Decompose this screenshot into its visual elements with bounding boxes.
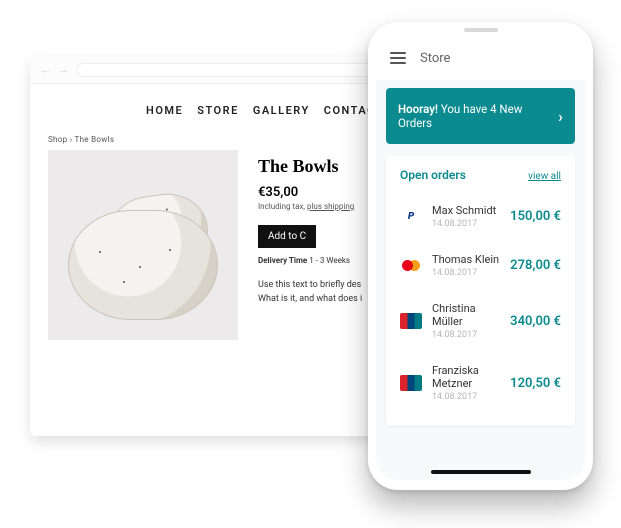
order-amount: 120,50 € [510, 376, 561, 391]
new-orders-banner[interactable]: Hooray! You have 4 New Orders › [386, 88, 575, 144]
order-name: Thomas Klein [432, 253, 500, 266]
unionpay-icon [400, 313, 422, 329]
card-header: Open orders view all [400, 168, 561, 182]
delivery-label: Delivery Time [258, 256, 307, 265]
mastercard-icon [400, 258, 422, 274]
order-date: 14.08.2017 [432, 330, 500, 340]
order-amount: 340,00 € [510, 314, 561, 329]
order-name: Max Schmidt [432, 204, 500, 217]
chevron-right-icon: › [558, 107, 563, 126]
tax-note-prefix: Including tax, [258, 202, 307, 211]
banner-bold: Hooray! [398, 102, 438, 116]
order-amount: 278,00 € [510, 258, 561, 273]
order-name: Franziska Metzner [432, 364, 500, 390]
order-row[interactable]: Max Schmidt 14.08.2017 150,00 € [400, 192, 561, 241]
speaker-icon [464, 28, 498, 32]
view-all-link[interactable]: view all [528, 171, 561, 182]
browser-forward-icon[interactable]: → [58, 63, 68, 76]
order-row[interactable]: Thomas Klein 14.08.2017 278,00 € [400, 241, 561, 290]
product-image [48, 150, 238, 340]
paypal-icon [400, 209, 422, 225]
desc-line-1: Use this text to briefly des [258, 280, 361, 290]
order-name: Christina Müller [432, 302, 500, 328]
order-main: Thomas Klein 14.08.2017 [432, 253, 500, 278]
browser-back-icon[interactable]: ← [40, 63, 50, 76]
delivery-value: 1 - 3 Weeks [309, 256, 350, 265]
order-row[interactable]: Christina Müller 14.08.2017 340,00 € [400, 290, 561, 352]
order-main: Franziska Metzner 14.08.2017 [432, 364, 500, 402]
shipping-link[interactable]: plus shipping [307, 202, 354, 211]
phone-frame: Store Hooray! You have 4 New Orders › Op… [368, 22, 593, 490]
order-date: 14.08.2017 [432, 392, 500, 402]
open-orders-title: Open orders [400, 168, 466, 182]
nav-gallery[interactable]: GALLERY [253, 104, 310, 117]
unionpay-icon [400, 375, 422, 391]
banner-text: Hooray! You have 4 New Orders [398, 102, 558, 130]
order-amount: 150,00 € [510, 209, 561, 224]
nav-home[interactable]: HOME [146, 104, 183, 117]
home-indicator[interactable] [431, 470, 531, 474]
desc-line-2: What is it, and what does i [258, 294, 362, 304]
phone-screen: Store Hooray! You have 4 New Orders › Op… [376, 36, 585, 480]
order-date: 14.08.2017 [432, 268, 500, 278]
app-title: Store [420, 51, 450, 66]
open-orders-card: Open orders view all Max Schmidt 14.08.2… [386, 156, 575, 426]
app-header: Store [376, 36, 585, 80]
add-to-cart-button[interactable]: Add to C [258, 225, 316, 248]
order-date: 14.08.2017 [432, 219, 500, 229]
order-main: Max Schmidt 14.08.2017 [432, 204, 500, 229]
menu-icon[interactable] [390, 52, 406, 64]
order-main: Christina Müller 14.08.2017 [432, 302, 500, 340]
order-row[interactable]: Franziska Metzner 14.08.2017 120,50 € [400, 352, 561, 414]
nav-store[interactable]: STORE [197, 104, 239, 117]
